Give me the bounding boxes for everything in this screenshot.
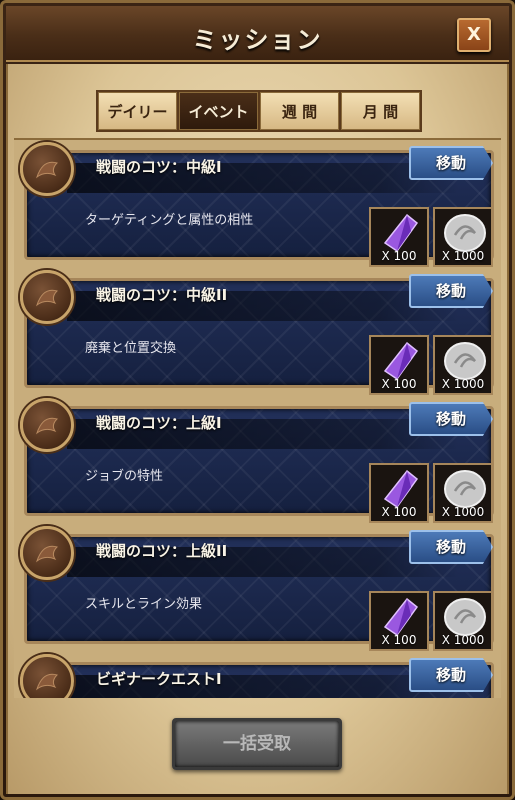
reward-crystal-qty: X 100 [381, 633, 417, 647]
silver-coin-icon [444, 598, 486, 636]
mission-description: 廃棄と位置交換 [85, 341, 177, 356]
silver-coin-icon [444, 470, 486, 508]
window-header: ミッション X [6, 6, 509, 62]
mission-title: 戦闘のコツ：上級II [96, 542, 228, 560]
mission-list[interactable]: ターゲティングと属性の相性 X 100 X 1000 戦闘のコツ：中級I 移動 … [14, 138, 501, 698]
move-button[interactable]: 移動 [409, 402, 493, 436]
reward-coin-qty: X 1000 [441, 249, 485, 263]
mission-card: スキルとライン効果 X 100 X 1000 戦闘のコツ：上級II 移動 [20, 526, 495, 651]
mission-card: ジョブの特性 X 100 X 1000 戦闘のコツ：上級I 移動 [20, 398, 495, 523]
tab-weekly[interactable]: 週 間 [260, 92, 339, 130]
mission-title: 戦闘のコツ：中級I [96, 158, 222, 176]
purple-crystal-icon [383, 341, 419, 381]
purple-crystal-icon [383, 469, 419, 509]
claim-all-button[interactable]: 一括受取 [172, 718, 342, 770]
close-button[interactable]: X [457, 18, 491, 52]
move-button[interactable]: 移動 [409, 146, 493, 180]
reward-crystal: X 100 [369, 463, 429, 523]
leaf-emblem-icon [20, 654, 74, 698]
move-button[interactable]: 移動 [409, 658, 493, 692]
leaf-emblem-icon [20, 142, 74, 196]
leaf-emblem-icon [20, 526, 74, 580]
reward-crystal: X 100 [369, 335, 429, 395]
reward-coin-qty: X 1000 [441, 505, 485, 519]
mission-card: ビギナークエストI 移動 [20, 654, 495, 698]
silver-coin-icon [444, 214, 486, 252]
reward-crystal-qty: X 100 [381, 377, 417, 391]
reward-crystal-qty: X 100 [381, 249, 417, 263]
mission-card: 廃棄と位置交換 X 100 X 1000 戦闘のコツ：中級II 移動 [20, 270, 495, 395]
reward-coin: X 1000 [433, 591, 493, 651]
purple-crystal-icon [383, 597, 419, 637]
silver-coin-icon [444, 342, 486, 380]
move-button[interactable]: 移動 [409, 530, 493, 564]
mission-description: スキルとライン効果 [85, 597, 203, 612]
tab-bar: デイリー イベント 週 間 月 間 [96, 90, 422, 132]
mission-title: 戦闘のコツ：中級II [96, 286, 228, 304]
reward-coin: X 1000 [433, 463, 493, 523]
tab-daily[interactable]: デイリー [98, 92, 177, 130]
purple-crystal-icon [383, 213, 419, 253]
tab-event[interactable]: イベント [179, 92, 258, 130]
reward-coin: X 1000 [433, 207, 493, 267]
move-button[interactable]: 移動 [409, 274, 493, 308]
leaf-emblem-icon [20, 270, 74, 324]
reward-crystal: X 100 [369, 207, 429, 267]
reward-coin: X 1000 [433, 335, 493, 395]
reward-coin-qty: X 1000 [441, 633, 485, 647]
reward-coin-qty: X 1000 [441, 377, 485, 391]
reward-crystal-qty: X 100 [381, 505, 417, 519]
mission-title: 戦闘のコツ：上級I [96, 414, 222, 432]
mission-title: ビギナークエストI [96, 670, 222, 688]
mission-description: ジョブの特性 [85, 469, 164, 484]
window-title: ミッション [192, 26, 323, 54]
tab-monthly[interactable]: 月 間 [341, 92, 420, 130]
mission-card: ターゲティングと属性の相性 X 100 X 1000 戦闘のコツ：中級I 移動 [20, 142, 495, 267]
reward-crystal: X 100 [369, 591, 429, 651]
leaf-emblem-icon [20, 398, 74, 452]
mission-description: ターゲティングと属性の相性 [85, 213, 254, 228]
